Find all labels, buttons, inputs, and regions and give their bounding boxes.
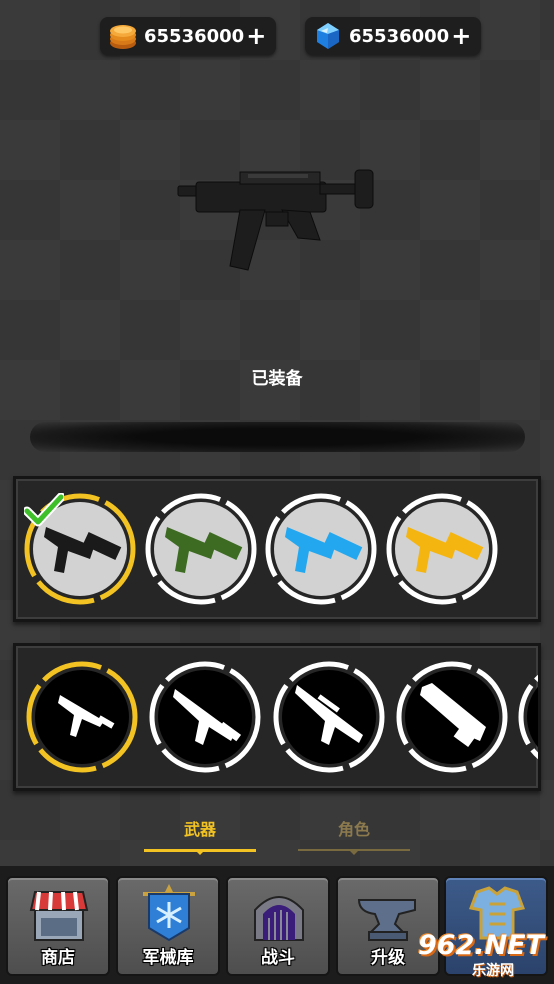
coin-amount: 65536000 [144,25,245,47]
scoped-rifle-silhouette-icon [273,661,385,773]
weapon-slot-partial[interactable] [518,661,538,773]
skin-slot-black[interactable] [24,493,136,605]
skin-yellow-smg-icon [386,493,498,605]
skin-green-smg-icon [145,493,257,605]
anvil-icon [357,899,416,941]
gem-counter[interactable]: 65536000 + [305,17,482,55]
tab-characters-label: 角色 [337,820,370,839]
skin-slot-green[interactable] [145,493,257,605]
assault-rifle-silhouette-icon [149,661,261,773]
weapon-slot-smg[interactable] [26,661,138,773]
skin-selector-panel [13,476,541,622]
gold-coin-stack-icon [110,25,136,49]
equipped-check-icon [24,493,64,527]
add-gems-button[interactable]: + [451,24,471,48]
minigun-silhouette-icon [396,661,508,773]
skin-slot-yellow[interactable] [386,493,498,605]
skin-blue-smg-icon [265,493,377,605]
tab-characters[interactable]: 角色 [298,816,410,856]
nav-battle-label: 战斗 [261,948,295,968]
weapon-partial-icon [518,674,538,760]
site-watermark: 962.NET 乐游网 [418,930,550,980]
weapon-slot-assault-rifle[interactable] [149,661,261,773]
weapon-selector-panel [13,643,541,791]
gem-amount: 65536000 [349,25,450,47]
armory-icon [143,884,195,942]
nav-battle-button[interactable]: 战斗 [226,876,330,976]
coin-counter[interactable]: 65536000 + [100,17,277,55]
nav-armory-button[interactable]: 军械库 [116,876,220,976]
tab-weapons-underline [144,849,256,855]
tab-weapons-label: 武器 [183,820,216,839]
watermark-sub: 乐游网 [472,963,514,979]
weapon-preview-smg[interactable] [170,160,385,285]
weapon-slot-minigun[interactable] [396,661,508,773]
tab-characters-underline [298,849,410,855]
tab-weapons[interactable]: 武器 [144,816,256,856]
skin-slot-blue[interactable] [265,493,377,605]
blue-gem-icon [317,23,339,49]
weapon-pedestal-shadow [30,422,525,452]
nav-armory-label: 军械库 [142,948,194,968]
equip-status-label: 已装备 [251,369,303,389]
watermark-main: 962.NET [418,930,545,961]
weapon-slot-scoped-rifle[interactable] [273,661,385,773]
nav-shop-button[interactable]: 商店 [6,876,110,976]
add-coins-button[interactable]: + [246,24,266,48]
battle-gate-icon [254,896,304,941]
shop-icon [29,891,89,941]
nav-shop-label: 商店 [41,948,75,968]
smg-silhouette-icon [26,661,138,773]
